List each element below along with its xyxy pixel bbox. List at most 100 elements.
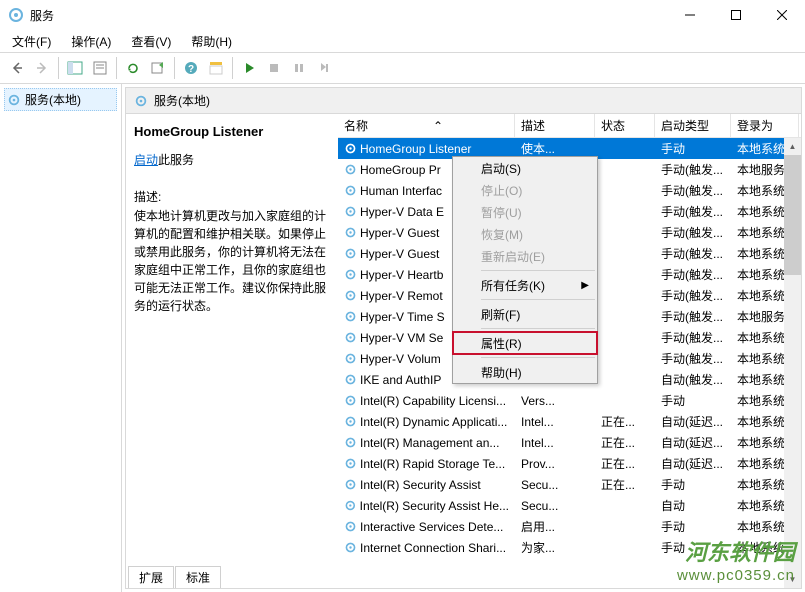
right-pane-header: 服务(本地) bbox=[126, 88, 801, 114]
cell-name: Intel(R) Security Assist bbox=[338, 476, 515, 494]
cell-startup: 手动(触发... bbox=[655, 159, 731, 180]
tree-item-services-local[interactable]: 服务(本地) bbox=[4, 88, 117, 111]
app-icon bbox=[8, 7, 24, 23]
start-service-link[interactable]: 启动 bbox=[134, 153, 158, 167]
show-hide-tree-button[interactable] bbox=[64, 57, 86, 79]
cell-desc: Prov... bbox=[515, 455, 595, 473]
tab-standard[interactable]: 标准 bbox=[175, 566, 221, 588]
column-name[interactable]: 名称⌃ bbox=[338, 114, 515, 137]
tree-item-label: 服务(本地) bbox=[25, 91, 81, 108]
list-row[interactable]: Internet Connection Shari...为家...手动本地系统 bbox=[338, 537, 801, 558]
cell-startup: 手动(触发... bbox=[655, 243, 731, 264]
context-menu-item[interactable]: 帮助(H) bbox=[453, 361, 597, 383]
context-menu-item[interactable]: 所有任务(K)▶ bbox=[453, 274, 597, 296]
context-menu-item[interactable]: 属性(R) bbox=[453, 332, 597, 354]
list-row[interactable]: Intel(R) Security Assist He...Secu...自动本… bbox=[338, 495, 801, 516]
column-desc[interactable]: 描述 bbox=[515, 114, 595, 137]
list-row[interactable]: Intel(R) Capability Licensi...Vers...手动本… bbox=[338, 390, 801, 411]
bottom-tabs: 扩展 标准 bbox=[126, 566, 220, 588]
list-row[interactable]: Interactive Services Dete...启用...手动本地系统 bbox=[338, 516, 801, 537]
cell-status bbox=[595, 168, 655, 172]
cell-status bbox=[595, 546, 655, 550]
close-button[interactable] bbox=[759, 0, 805, 30]
cell-desc: Secu... bbox=[515, 476, 595, 494]
toolbar: ? bbox=[0, 52, 805, 84]
menu-action[interactable]: 操作(A) bbox=[65, 31, 117, 52]
gear-icon bbox=[134, 94, 148, 108]
refresh-button[interactable] bbox=[122, 57, 144, 79]
cell-startup: 手动(触发... bbox=[655, 201, 731, 222]
list-header: 名称⌃ 描述 状态 启动类型 登录为 bbox=[338, 114, 801, 138]
cell-status bbox=[595, 231, 655, 235]
vertical-scrollbar[interactable]: ▲ ▼ bbox=[784, 138, 801, 588]
context-menu-item[interactable]: 启动(S) bbox=[453, 157, 597, 179]
pause-service-button[interactable] bbox=[288, 57, 310, 79]
cell-desc: Intel... bbox=[515, 413, 595, 431]
cell-status bbox=[595, 252, 655, 256]
list-row[interactable]: Intel(R) Dynamic Applicati...Intel...正在.… bbox=[338, 411, 801, 432]
properties-button[interactable] bbox=[89, 57, 111, 79]
cell-status: 正在... bbox=[595, 474, 655, 495]
menu-help[interactable]: 帮助(H) bbox=[185, 31, 238, 52]
cell-name: Intel(R) Security Assist He... bbox=[338, 497, 515, 515]
description-label: 描述: bbox=[134, 188, 330, 205]
window-title: 服务 bbox=[30, 7, 667, 24]
cell-status bbox=[595, 273, 655, 277]
cell-name: Intel(R) Capability Licensi... bbox=[338, 392, 515, 410]
cell-name: Intel(R) Rapid Storage Te... bbox=[338, 455, 515, 473]
minimize-button[interactable] bbox=[667, 0, 713, 30]
scroll-down-button[interactable]: ▼ bbox=[784, 571, 801, 588]
context-menu-item[interactable]: 刷新(F) bbox=[453, 303, 597, 325]
titlebar: 服务 bbox=[0, 0, 805, 30]
scroll-up-button[interactable]: ▲ bbox=[784, 138, 801, 155]
list-row[interactable]: Intel(R) Management an...Intel...正在...自动… bbox=[338, 432, 801, 453]
start-service-button[interactable] bbox=[238, 57, 260, 79]
restart-service-button[interactable] bbox=[313, 57, 335, 79]
cell-startup: 手动 bbox=[655, 390, 731, 411]
sort-asc-icon: ⌃ bbox=[433, 119, 443, 133]
scroll-thumb[interactable] bbox=[784, 155, 801, 275]
menu-view[interactable]: 查看(V) bbox=[125, 31, 177, 52]
column-logon[interactable]: 登录为 bbox=[731, 114, 799, 137]
cell-startup: 手动 bbox=[655, 516, 731, 537]
cell-startup: 手动(触发... bbox=[655, 348, 731, 369]
context-menu-separator bbox=[481, 328, 595, 329]
column-startup[interactable]: 启动类型 bbox=[655, 114, 731, 137]
details-button[interactable] bbox=[205, 57, 227, 79]
cell-status bbox=[595, 210, 655, 214]
cell-status bbox=[595, 525, 655, 529]
cell-status: 正在... bbox=[595, 432, 655, 453]
tab-extended[interactable]: 扩展 bbox=[128, 566, 174, 588]
cell-startup: 自动(延迟... bbox=[655, 432, 731, 453]
context-menu-item: 暂停(U) bbox=[453, 201, 597, 223]
menu-file[interactable]: 文件(F) bbox=[6, 31, 57, 52]
export-list-button[interactable] bbox=[147, 57, 169, 79]
cell-desc: Secu... bbox=[515, 497, 595, 515]
cell-startup: 手动(触发... bbox=[655, 264, 731, 285]
context-menu: 启动(S)停止(O)暂停(U)恢复(M)重新启动(E)所有任务(K)▶刷新(F)… bbox=[452, 156, 598, 384]
help-button[interactable]: ? bbox=[180, 57, 202, 79]
cell-status bbox=[595, 147, 655, 151]
cell-status bbox=[595, 294, 655, 298]
cell-status bbox=[595, 399, 655, 403]
cell-startup: 自动(延迟... bbox=[655, 411, 731, 432]
cell-startup: 手动(触发... bbox=[655, 285, 731, 306]
list-row[interactable]: Intel(R) Security AssistSecu...正在...手动本地… bbox=[338, 474, 801, 495]
cell-startup: 手动(触发... bbox=[655, 180, 731, 201]
cell-desc: 启用... bbox=[515, 516, 595, 537]
maximize-button[interactable] bbox=[713, 0, 759, 30]
cell-status bbox=[595, 189, 655, 193]
cell-name: Interactive Services Dete... bbox=[338, 518, 515, 536]
cell-status: 正在... bbox=[595, 453, 655, 474]
cell-status bbox=[595, 357, 655, 361]
context-menu-item: 重新启动(E) bbox=[453, 245, 597, 267]
back-button[interactable] bbox=[6, 57, 28, 79]
list-row[interactable]: Intel(R) Rapid Storage Te...Prov...正在...… bbox=[338, 453, 801, 474]
stop-service-button[interactable] bbox=[263, 57, 285, 79]
info-panel: HomeGroup Listener 启动此服务 描述: 使本地计算机更改与加入… bbox=[126, 114, 338, 588]
cell-status bbox=[595, 336, 655, 340]
column-status[interactable]: 状态 bbox=[595, 114, 655, 137]
forward-button[interactable] bbox=[31, 57, 53, 79]
cell-name: Intel(R) Management an... bbox=[338, 434, 515, 452]
selected-service-name: HomeGroup Listener bbox=[134, 124, 330, 139]
